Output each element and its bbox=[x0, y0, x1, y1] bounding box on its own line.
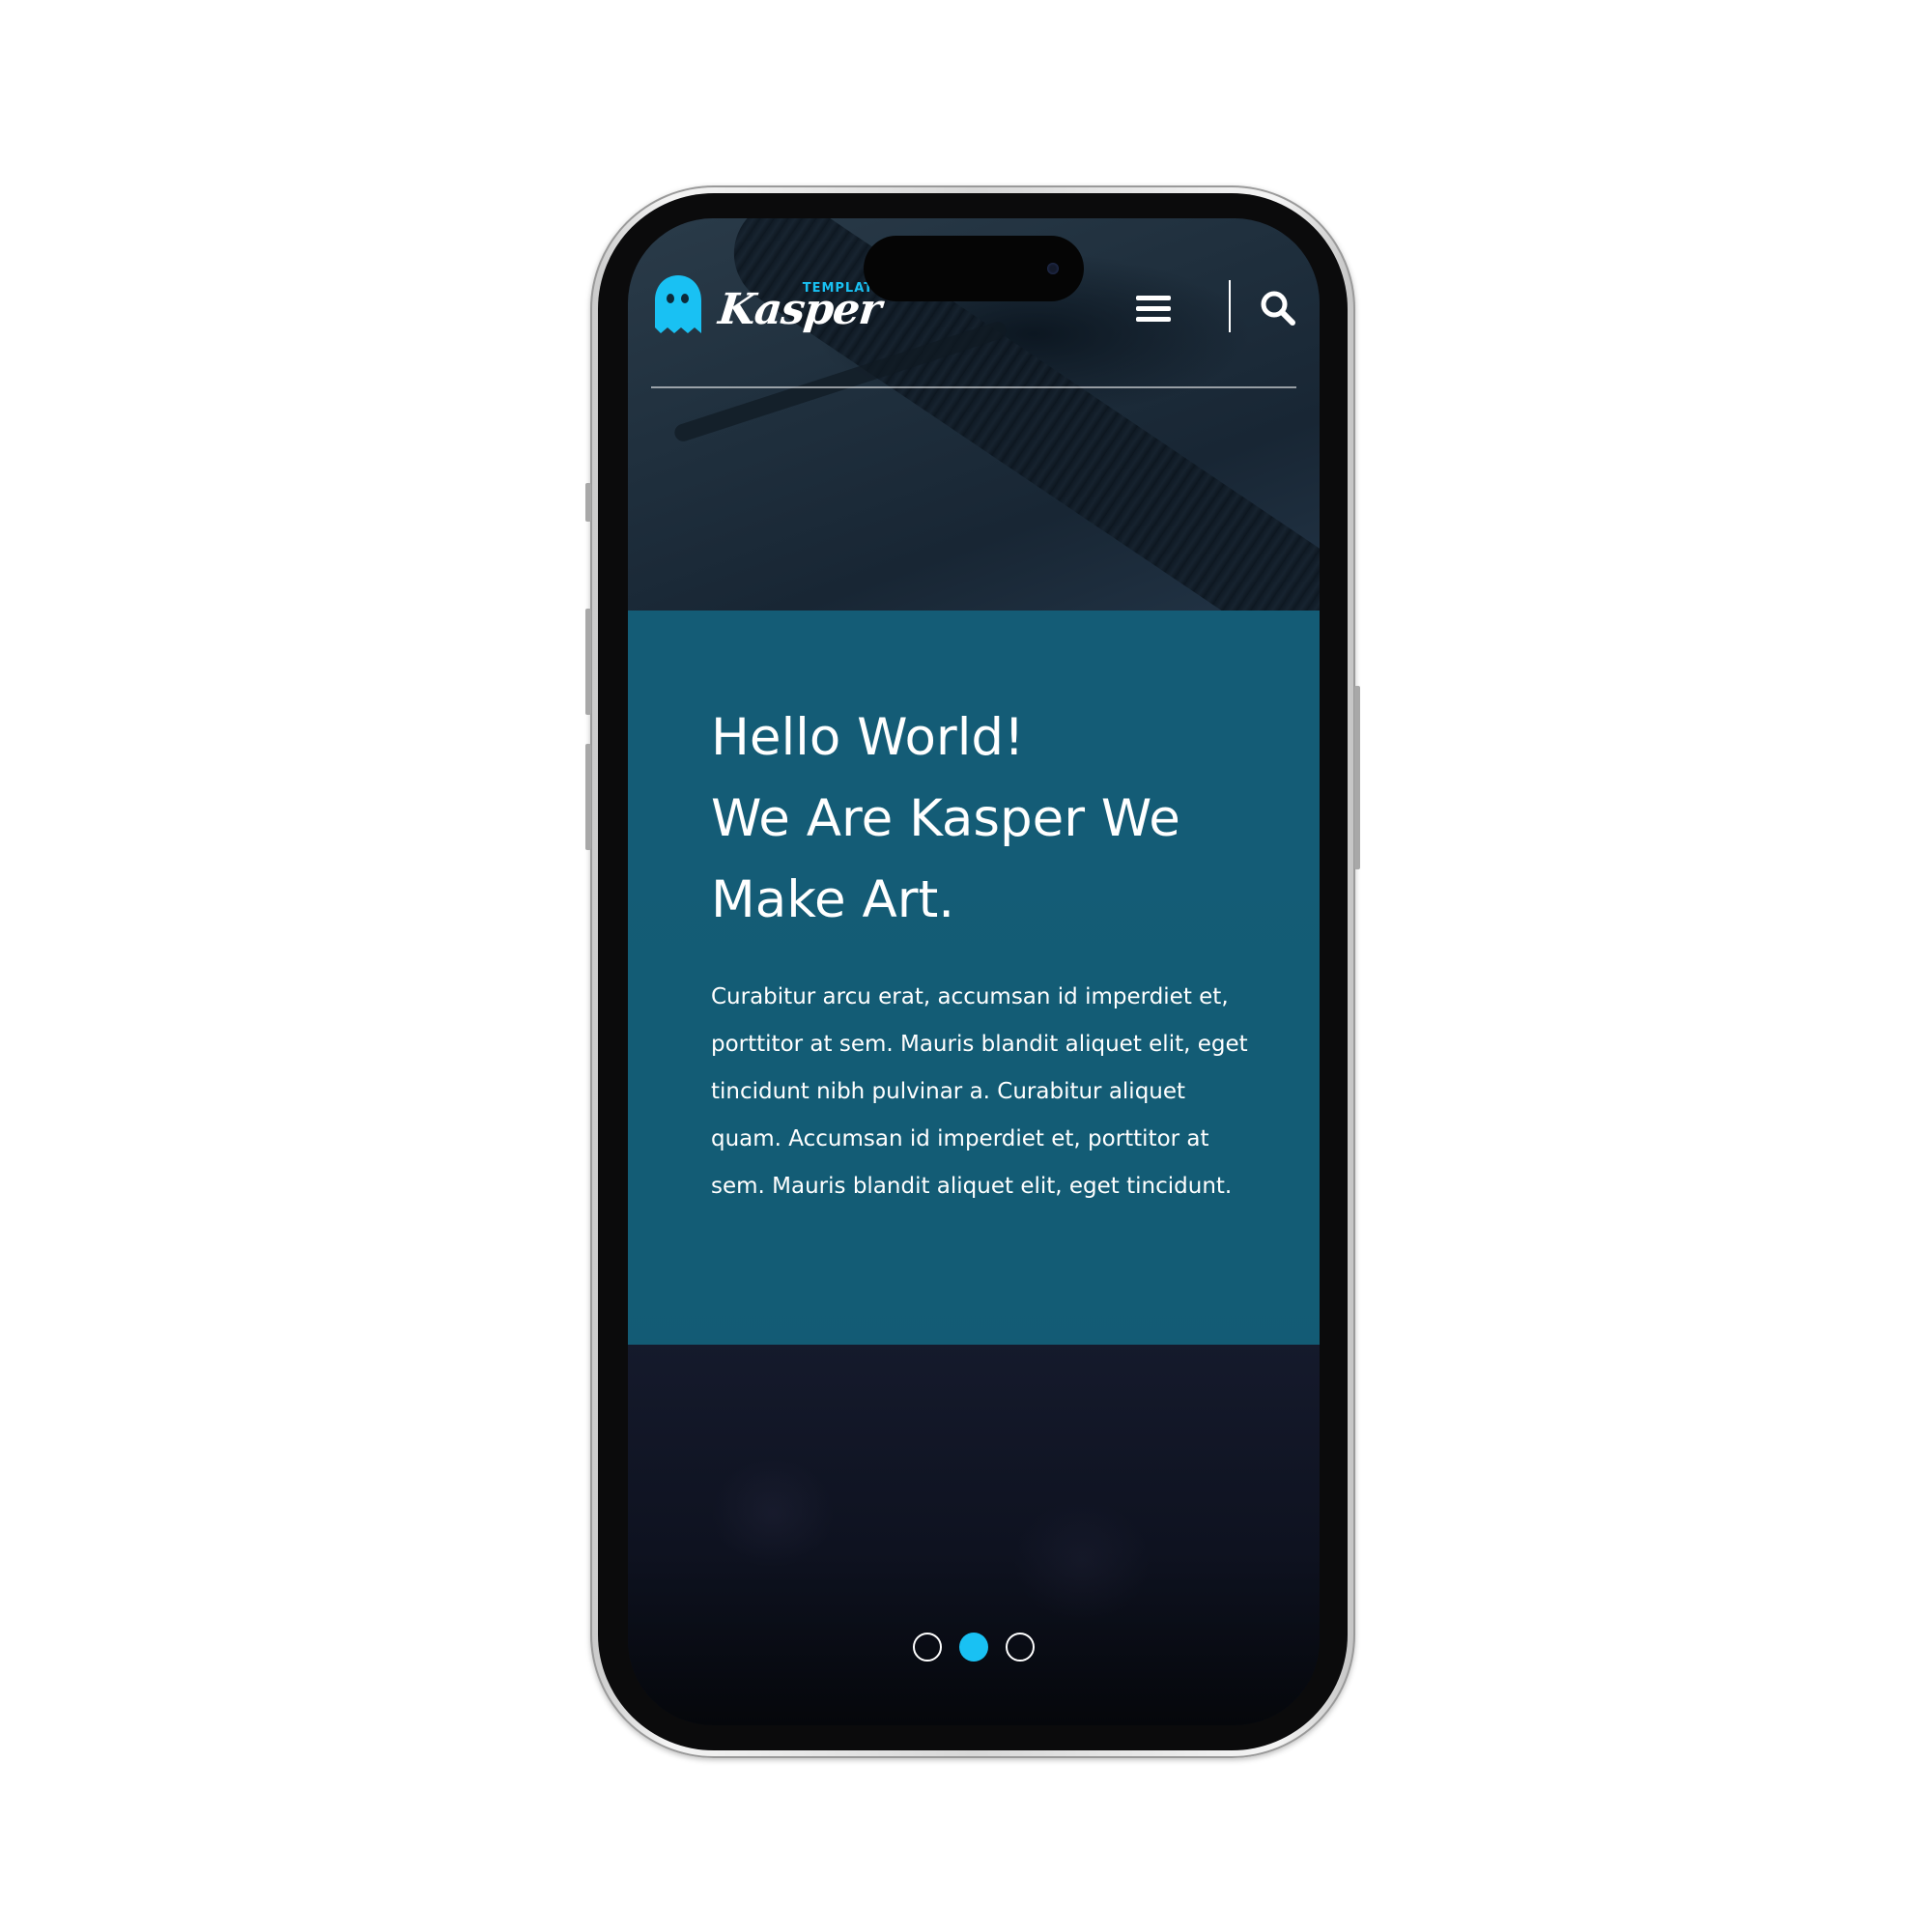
phone-screen: TEMPLATE Kasper Hello World! We Are Kasp… bbox=[628, 218, 1320, 1725]
header-divider bbox=[1229, 280, 1231, 332]
search-icon bbox=[1258, 291, 1298, 332]
phone-side-button bbox=[585, 483, 591, 522]
logo-title: Kasper bbox=[716, 285, 884, 334]
phone-volume-down-button bbox=[585, 744, 591, 850]
search-button[interactable] bbox=[1258, 288, 1298, 328]
carousel-indicators bbox=[628, 1633, 1320, 1667]
header-divider-line bbox=[651, 386, 1296, 388]
hero-title: Hello World! We Are Kasper We Make Art. bbox=[711, 697, 1252, 941]
device-mockup: TEMPLATE Kasper Hello World! We Are Kasp… bbox=[0, 0, 1932, 1932]
menu-button[interactable] bbox=[1134, 290, 1173, 328]
site-logo[interactable]: TEMPLATE Kasper bbox=[651, 267, 883, 344]
hero-description: Curabitur arcu erat, accumsan id imperdi… bbox=[711, 984, 1248, 1199]
carousel-dot-2-active[interactable] bbox=[959, 1633, 988, 1662]
hero-title-line-2: We Are Kasper We bbox=[711, 789, 1180, 848]
ghost-logo-icon bbox=[651, 273, 705, 337]
carousel-dot-3[interactable] bbox=[1006, 1633, 1035, 1662]
front-camera bbox=[1047, 263, 1059, 274]
phone-volume-up-button bbox=[585, 609, 591, 715]
hero-title-line-3: Make Art. bbox=[711, 870, 955, 929]
logo-wordmark: TEMPLATE Kasper bbox=[716, 271, 884, 339]
dynamic-island bbox=[864, 236, 1084, 301]
phone-power-button bbox=[1354, 686, 1360, 869]
hero-background-lower bbox=[628, 1339, 1320, 1725]
hero-title-line-1: Hello World! bbox=[711, 708, 1025, 767]
carousel-dot-1[interactable] bbox=[913, 1633, 942, 1662]
hero-content-panel: Hello World! We Are Kasper We Make Art. … bbox=[628, 611, 1320, 1345]
